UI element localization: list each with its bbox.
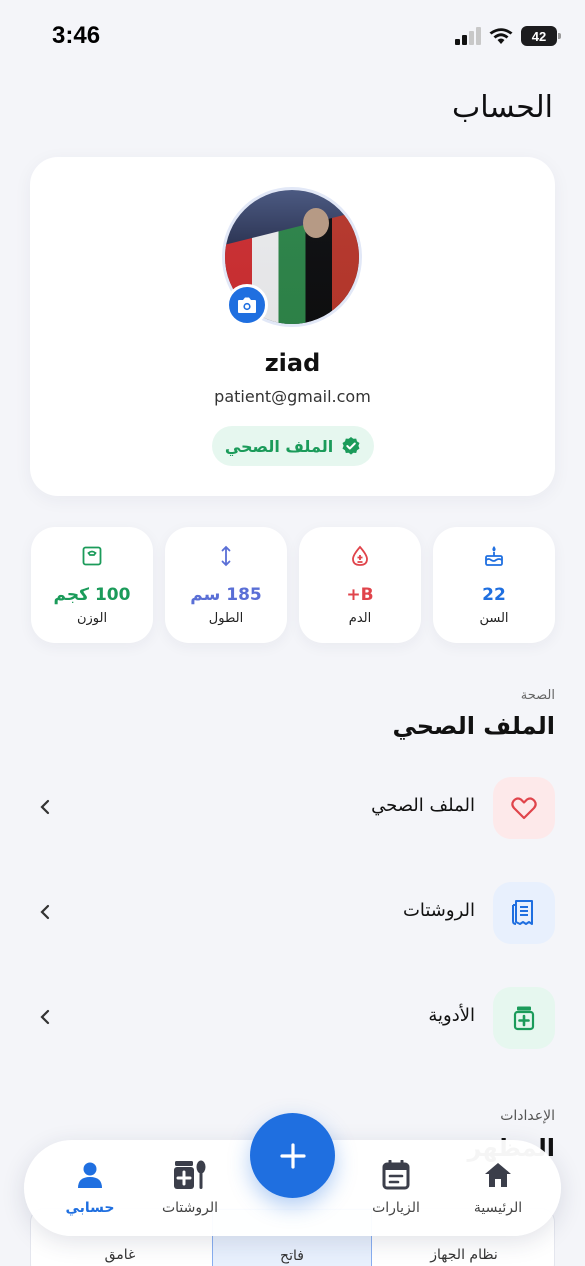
menu-item-label: الملف الصحي — [371, 795, 475, 816]
scale-icon — [31, 545, 153, 567]
stat-blood-label: الدم — [348, 611, 372, 626]
chevron-left-icon — [40, 799, 50, 815]
status-icons: 42 — [455, 26, 561, 46]
theme-option-label: فاتح — [280, 1248, 304, 1264]
calendar-icon — [351, 1158, 441, 1192]
stat-age-label: السن — [479, 611, 509, 626]
health-section-kicker: الصحة — [520, 688, 555, 703]
heart-icon — [493, 777, 555, 839]
person-icon — [45, 1158, 135, 1192]
tab-label: الزيارات — [372, 1200, 420, 1216]
stat-weight-value: 100 كجم — [53, 585, 131, 605]
prescription-icon — [145, 1158, 235, 1192]
cake-icon — [433, 545, 555, 567]
stat-height: 185 سم الطول — [165, 527, 287, 643]
menu-item-medicines[interactable]: الأدوية — [30, 987, 555, 1051]
wifi-icon — [489, 28, 513, 44]
plus-icon — [279, 1142, 306, 1169]
tab-visits[interactable]: الزيارات — [351, 1158, 441, 1216]
stat-age: 22 السن — [433, 527, 555, 643]
menu-item-label: الأدوية — [428, 1005, 475, 1026]
receipt-icon — [493, 882, 555, 944]
page-title: الحساب — [452, 90, 553, 125]
camera-icon[interactable] — [226, 284, 268, 326]
tab-prescriptions[interactable]: الروشتات — [145, 1158, 235, 1216]
stats-row: 22 السن B+ الدم 185 سم الطول 100 كجم الو… — [30, 527, 555, 643]
chevron-left-icon — [40, 904, 50, 920]
home-icon — [453, 1158, 543, 1192]
height-arrows-icon — [165, 545, 287, 567]
stat-height-value: 185 سم — [190, 585, 262, 605]
profile-card: ziad patient@gmail.com الملف الصحي — [30, 157, 555, 496]
status-bar: 3:46 42 — [0, 0, 585, 72]
stat-blood: B+ الدم — [299, 527, 421, 643]
tab-label: الروشتات — [161, 1200, 219, 1216]
add-button[interactable] — [250, 1113, 335, 1198]
signal-icon — [455, 27, 481, 45]
tab-home[interactable]: الرئيسية — [453, 1158, 543, 1216]
stat-weight-label: الوزن — [76, 611, 108, 626]
stat-height-label: الطول — [208, 611, 244, 626]
stat-blood-value: B+ — [346, 585, 374, 605]
person-head-graphic — [303, 208, 329, 238]
stat-age-value: 22 — [482, 585, 506, 605]
settings-section-kicker: الإعدادات — [500, 1108, 555, 1124]
health-badge-label: الملف الصحي — [224, 436, 334, 456]
health-profile-badge[interactable]: الملف الصحي — [212, 426, 374, 466]
menu-item-prescriptions[interactable]: الروشتات — [30, 882, 555, 946]
tab-my-account[interactable]: حسابي — [45, 1150, 135, 1236]
medicine-icon — [493, 987, 555, 1049]
battery-icon: 42 — [521, 26, 561, 46]
chevron-left-icon — [40, 1009, 50, 1025]
health-section-title: الملف الصحي — [392, 712, 555, 740]
menu-item-health-profile[interactable]: الملف الصحي — [30, 777, 555, 841]
profile-name: ziad — [264, 349, 321, 377]
theme-option-label: غامق — [104, 1247, 136, 1263]
tab-label: الرئيسية — [473, 1200, 523, 1216]
status-time: 3:46 — [52, 22, 101, 49]
profile-email: patient@gmail.com — [214, 387, 371, 406]
stat-weight: 100 كجم الوزن — [31, 527, 153, 643]
tab-label: حسابي — [65, 1200, 115, 1216]
blood-drop-icon — [299, 545, 421, 567]
verified-icon — [342, 437, 360, 455]
menu-item-label: الروشتات — [402, 900, 475, 921]
theme-option-label: نظام الجهاز — [430, 1247, 498, 1263]
